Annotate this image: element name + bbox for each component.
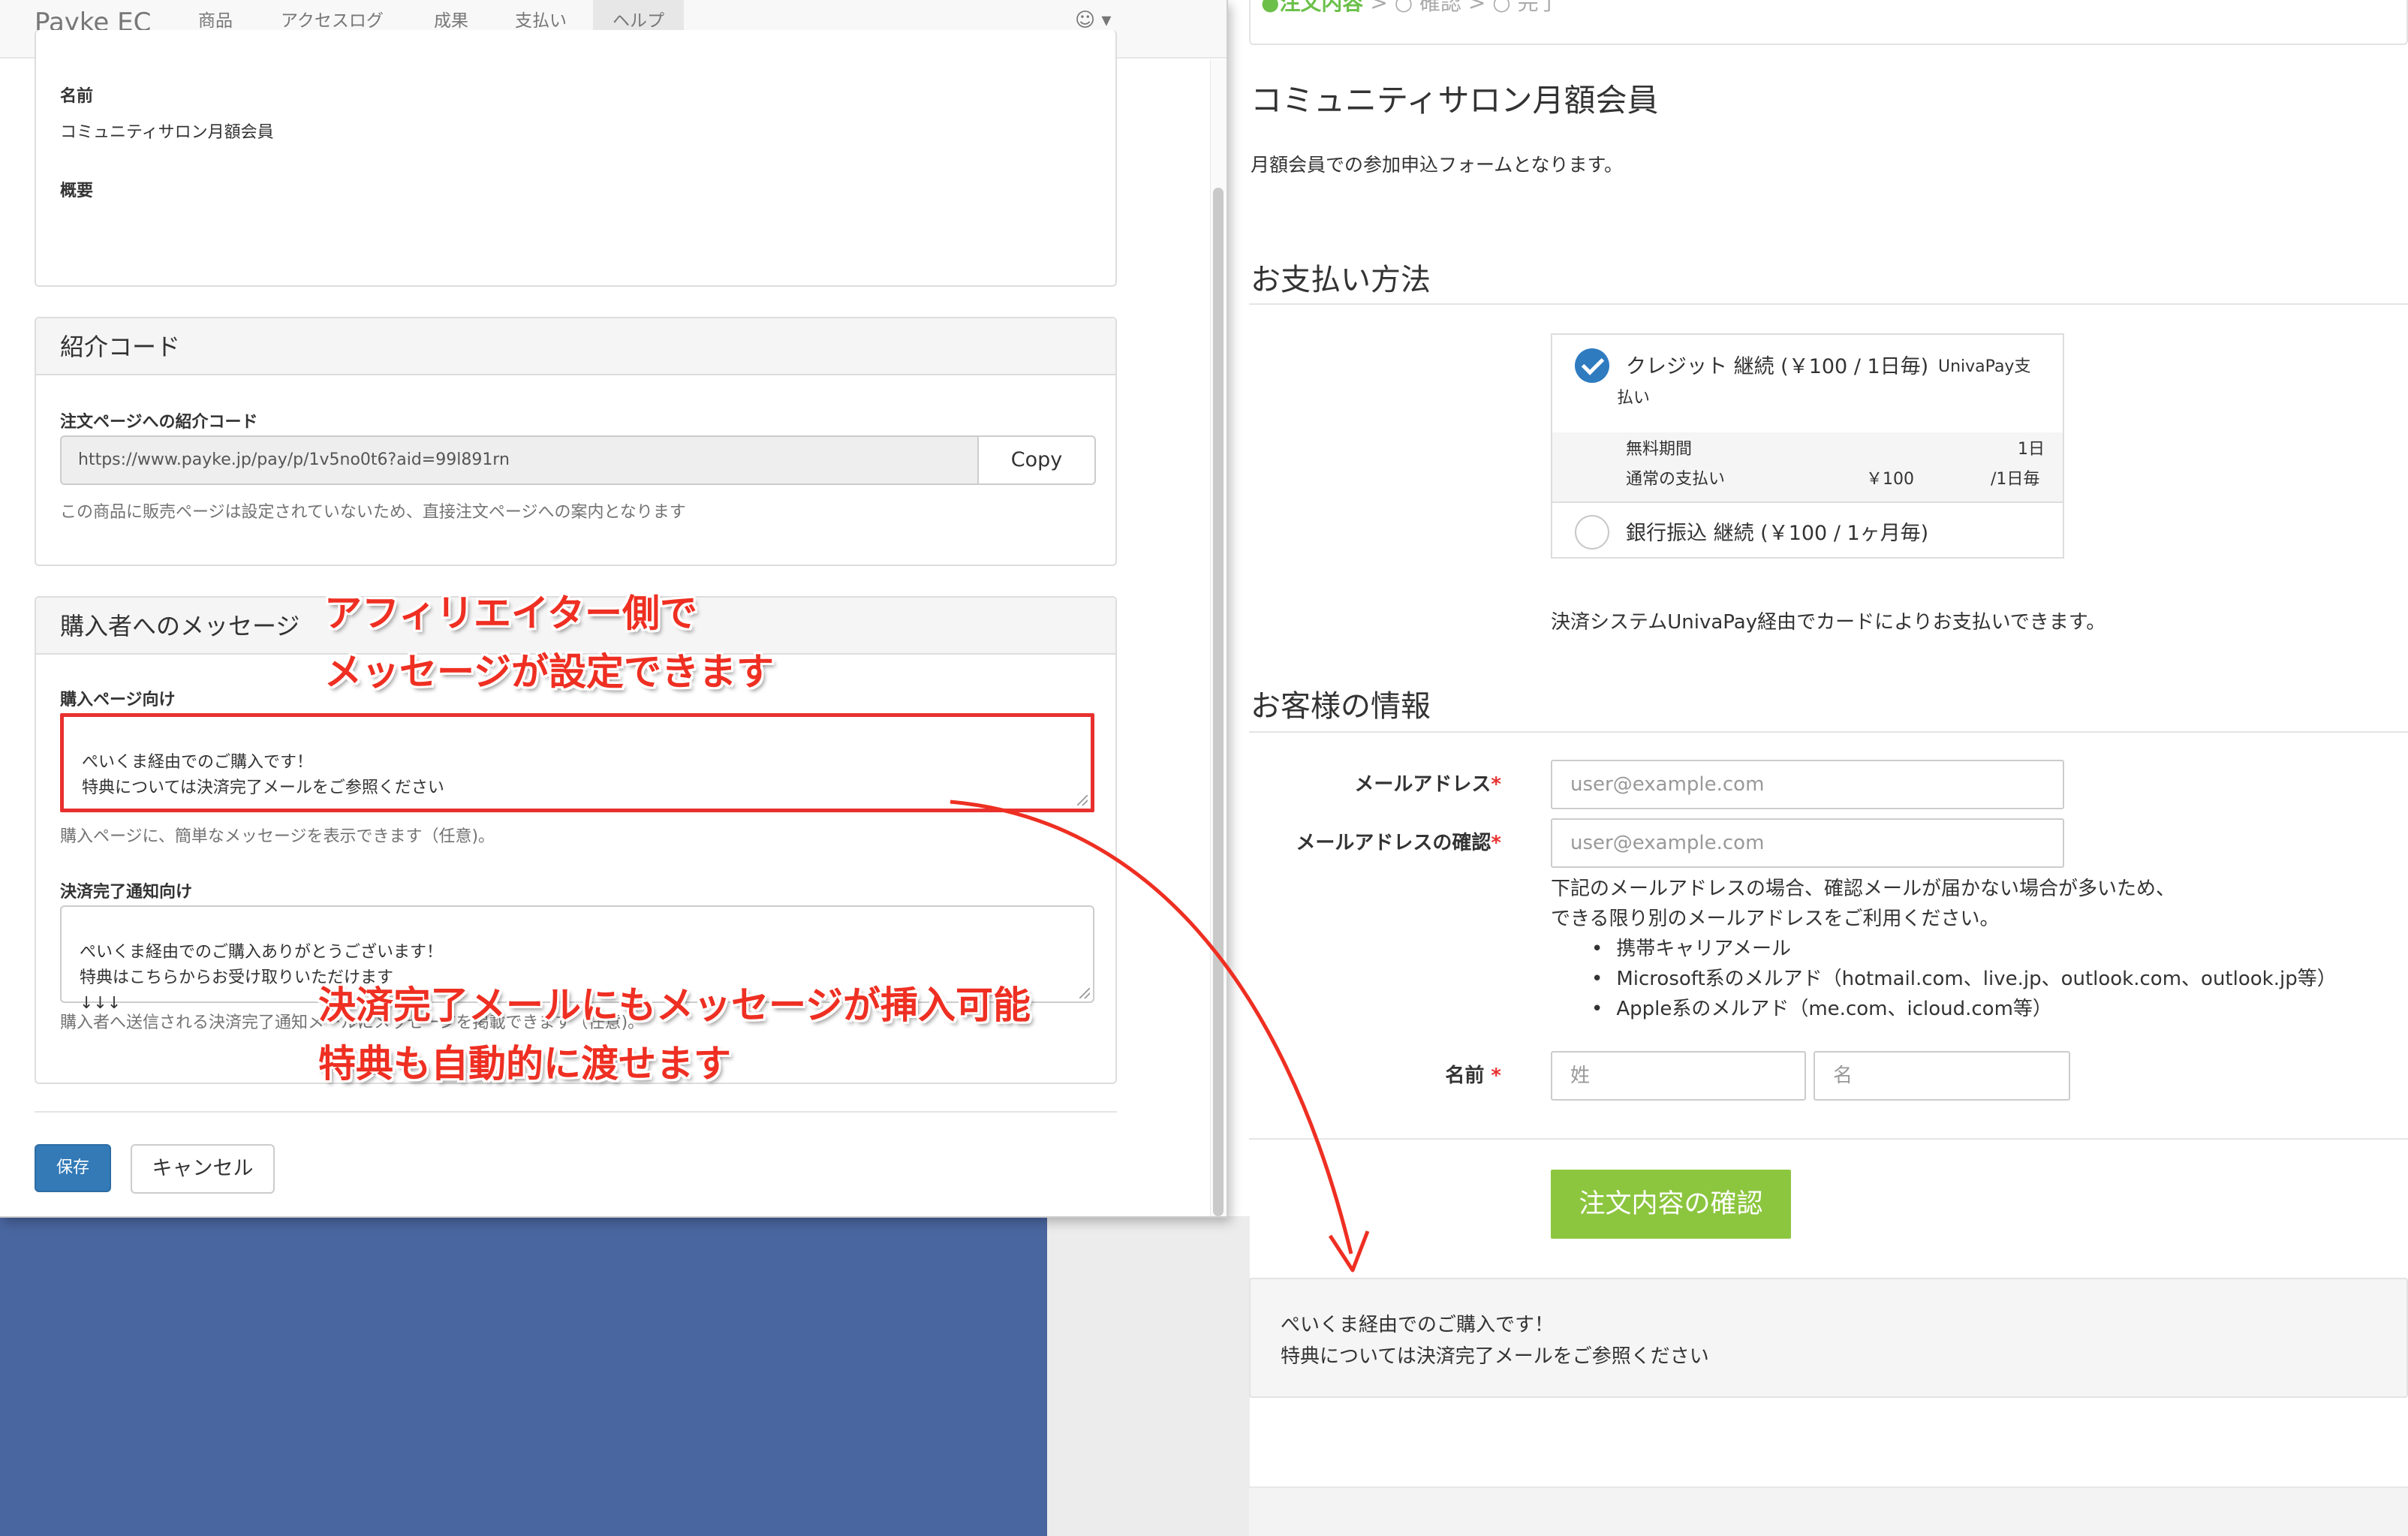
required-mark: * bbox=[1491, 832, 1501, 854]
product-summary-label: 概要 bbox=[60, 182, 94, 200]
first-name-input[interactable]: 名 bbox=[1814, 1051, 2070, 1101]
copy-button[interactable]: Copy bbox=[977, 435, 1096, 485]
required-mark: * bbox=[1491, 773, 1501, 796]
payment-options-box: クレジット 継続 (￥100 / 1日毎) UnivaPay支 払い 無料期間 … bbox=[1551, 333, 2064, 559]
page-bottom-band bbox=[1249, 1486, 2408, 1536]
trial-period-label: 無料期間 bbox=[1626, 440, 1693, 459]
trial-period-value: 1日 bbox=[2018, 440, 2045, 459]
resize-grip-icon[interactable] bbox=[1077, 795, 1088, 806]
payment-option-bank[interactable]: 銀行振込 継続 (￥100 / 1ヶ月毎) bbox=[1552, 501, 2063, 560]
list-item: Microsoft系のメルアド（hotmail.com、live.jp、outl… bbox=[1591, 964, 2336, 994]
required-mark: * bbox=[1491, 1065, 1501, 1087]
order-page-referral-label: 注文ページへの紹介コード bbox=[60, 413, 258, 432]
email-notice-line2: できる限り別のメールアドレスをご利用ください。 bbox=[1551, 908, 2000, 930]
payment-method-title: お支払い方法 bbox=[1251, 263, 1431, 297]
resize-grip-icon[interactable] bbox=[1079, 988, 1090, 998]
purchase-message-box: ぺいくま経由でのご購入です！ 特典については決済完了メールをご参照ください bbox=[1249, 1278, 2408, 1398]
completion-message-label: 決済完了通知向け bbox=[60, 883, 193, 902]
background-blue-area bbox=[0, 1216, 1047, 1536]
annotation-completion-mail: 決済完了メールにもメッセージが挿入可能 特典も自動的に渡せます bbox=[318, 983, 1031, 1086]
referral-url-field[interactable]: https://www.payke.jp/pay/p/1v5no0t6?aid=… bbox=[60, 435, 979, 485]
payment-section-rule bbox=[1249, 303, 2408, 305]
email-input[interactable]: user@example.com bbox=[1551, 760, 2064, 809]
step-rest: > ○ 確認 > ○ 完了 bbox=[1363, 0, 1560, 15]
product-description: 月額会員での参加申込フォームとなります。 bbox=[1251, 154, 1624, 176]
payment-option-credit[interactable]: クレジット 継続 (￥100 / 1日毎) UnivaPay支 払い bbox=[1552, 335, 2063, 432]
purchase-message-text: ぺいくま経由でのご購入です！ 特典については決済完了メールをご参照ください bbox=[1281, 1314, 1709, 1368]
product-name-label: 名前 bbox=[60, 87, 94, 106]
regular-payment-label: 通常の支払い bbox=[1626, 470, 1726, 489]
background-grey-area bbox=[1047, 1216, 1250, 1536]
form-divider bbox=[35, 1111, 1117, 1113]
product-info-panel: 名前 コミュニティサロン月額会員 概要 bbox=[35, 30, 1117, 287]
email-label: メールアドレス* bbox=[1231, 769, 1501, 797]
email-notice: 下記のメールアドレスの場合、確認メールが届かない場合が多いため、 できる限り別の… bbox=[1551, 874, 2175, 934]
referral-help-text: この商品に販売ページは設定されていないため、直接注文ページへの案内となります bbox=[60, 503, 686, 522]
form-bottom-rule bbox=[1249, 1138, 2408, 1140]
confirm-order-button[interactable]: 注文内容の確認 bbox=[1551, 1170, 1791, 1239]
order-form-page: ●注文内容 > ○ 確認 > ○ 完了 コミュニティサロン月額会員 月額会員での… bbox=[1231, 0, 2408, 1536]
product-title: コミュニティサロン月額会員 bbox=[1251, 82, 1659, 119]
credit-option-details: 無料期間 1日 通常の支払い ￥100 /1日毎 bbox=[1552, 432, 2063, 501]
product-name-value: コミュニティサロン月額会員 bbox=[60, 123, 274, 142]
annotation-affiliate-message: アフィリエイター側で メッセージが設定できます bbox=[324, 592, 774, 694]
scrollbar-thumb[interactable] bbox=[1213, 188, 1224, 1216]
credit-provider-label: UnivaPay支 bbox=[1938, 357, 2031, 376]
credit-provider-label-cont: 払い bbox=[1617, 389, 1651, 408]
regular-payment-period: /1日毎 bbox=[1991, 470, 2040, 489]
order-steps: ●注文内容 > ○ 確認 > ○ 完了 bbox=[1261, 0, 1560, 17]
list-item: Apple系のメルアド（me.com、icloud.com等） bbox=[1591, 994, 2337, 1024]
purchase-page-help-text: 購入ページに、簡単なメッセージを表示できます（任意)。 bbox=[60, 827, 495, 846]
email-confirm-label-text: メールアドレスの確認 bbox=[1296, 832, 1491, 854]
user-menu-icon[interactable]: ☺ ▾ bbox=[1075, 9, 1111, 32]
email-label-text: メールアドレス bbox=[1354, 773, 1491, 796]
customer-section-rule bbox=[1249, 731, 2408, 733]
payment-note: 決済システムUnivaPay経由でカードによりお支払いできます。 bbox=[1551, 611, 2106, 634]
name-label-text: 名前 bbox=[1445, 1065, 1485, 1087]
cancel-button[interactable]: キャンセル bbox=[131, 1144, 275, 1194]
list-item: 携帯キャリアメール bbox=[1591, 934, 2337, 964]
regular-payment-amount: ￥100 bbox=[1866, 470, 1914, 489]
referral-code-panel: 紹介コード 注文ページへの紹介コード https://www.payke.jp/… bbox=[35, 317, 1117, 566]
save-button[interactable]: 保存 bbox=[35, 1144, 111, 1192]
radio-button-icon[interactable] bbox=[1575, 515, 1609, 550]
check-circle-icon[interactable] bbox=[1575, 348, 1609, 383]
bank-option-label: 銀行振込 継続 (￥100 / 1ヶ月毎) bbox=[1626, 522, 1929, 545]
referral-code-heading: 紹介コード bbox=[36, 318, 1115, 375]
name-label: 名前 * bbox=[1231, 1060, 1501, 1088]
purchase-page-message-textarea[interactable]: ぺいくま経由でのご購入です！ 特典については決済完了メールをご参照ください bbox=[60, 713, 1094, 812]
purchase-page-message-label: 購入ページ向け bbox=[60, 691, 176, 709]
step-current: ●注文内容 bbox=[1261, 0, 1364, 15]
email-notice-list: 携帯キャリアメール Microsoft系のメルアド（hotmail.com、li… bbox=[1591, 934, 2337, 1024]
email-confirm-input[interactable]: user@example.com bbox=[1551, 818, 2064, 868]
last-name-input[interactable]: 姓 bbox=[1551, 1051, 1806, 1101]
credit-option-label: クレジット 継続 (￥100 / 1日毎) bbox=[1626, 355, 1929, 378]
email-confirm-label: メールアドレスの確認* bbox=[1231, 827, 1501, 855]
customer-info-title: お客様の情報 bbox=[1251, 689, 1431, 724]
email-notice-line1: 下記のメールアドレスの場合、確認メールが届かない場合が多いため、 bbox=[1551, 878, 2176, 900]
purchase-page-message-text: ぺいくま経由でのご購入です！ 特典については決済完了メールをご参照ください bbox=[82, 753, 444, 797]
